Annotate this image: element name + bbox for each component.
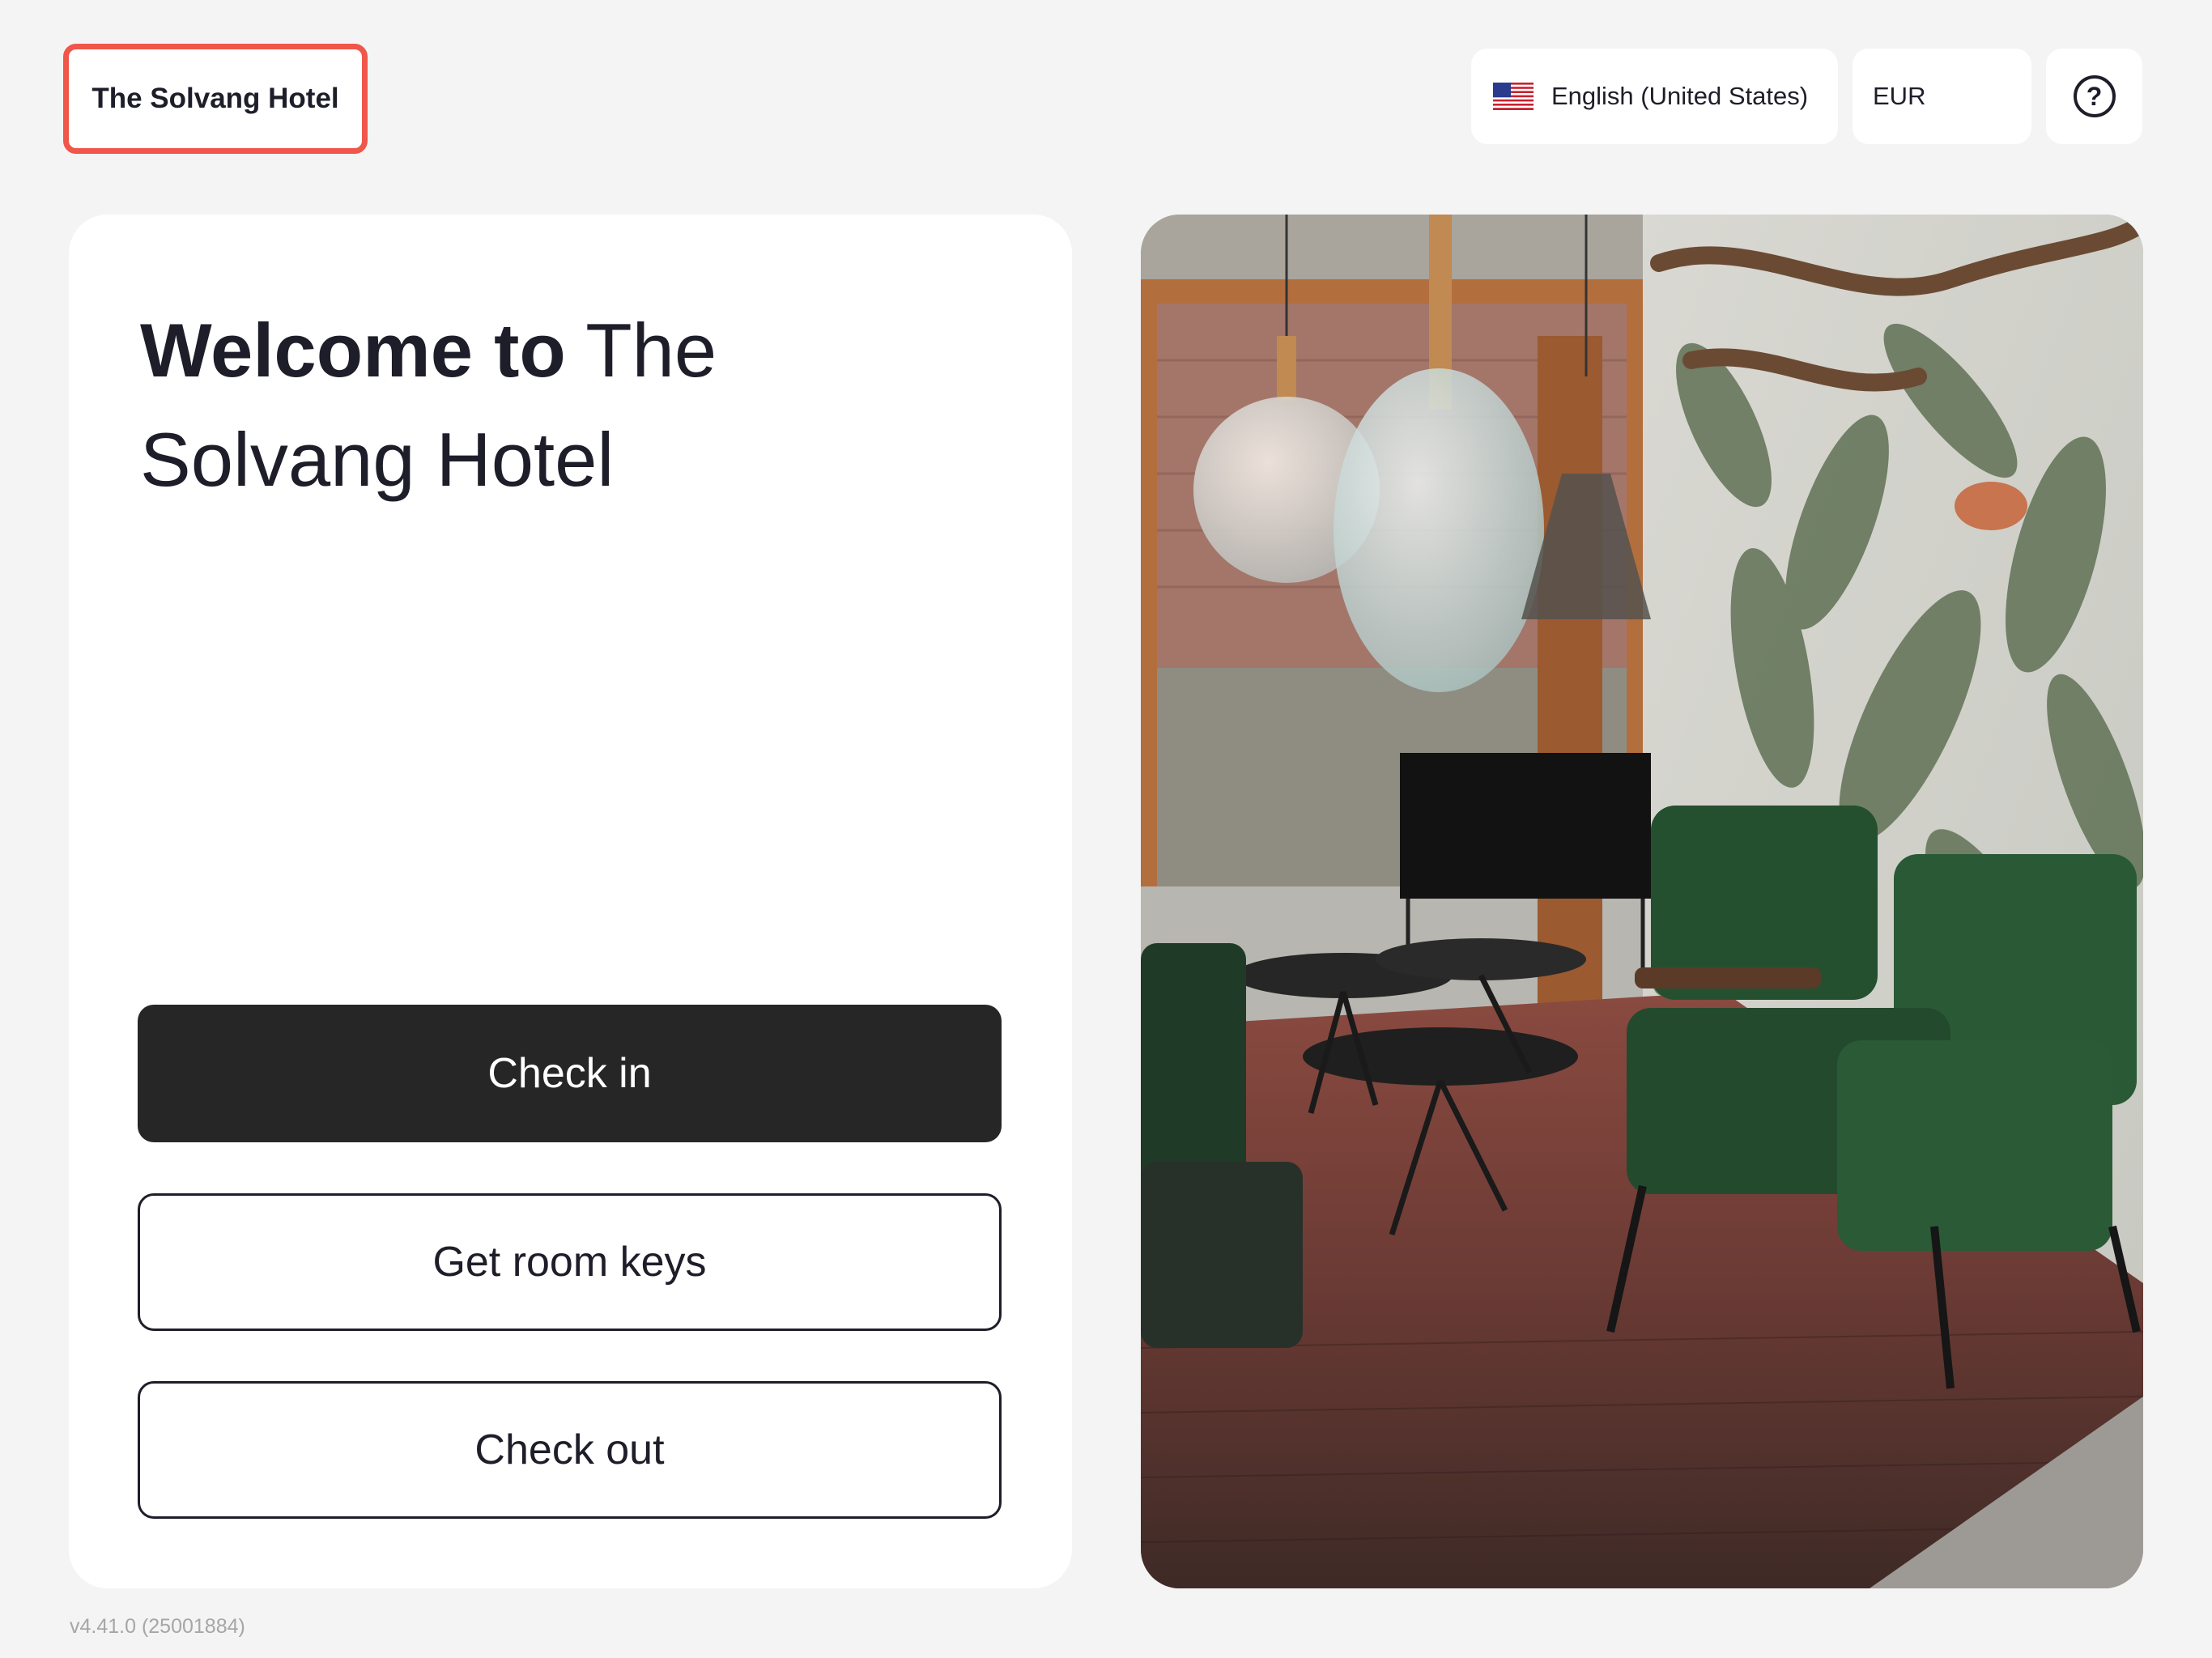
app-version: v4.41.0 (25001884) — [70, 1615, 245, 1638]
check-in-button[interactable]: Check in — [138, 1005, 1002, 1142]
get-room-keys-button[interactable]: Get room keys — [138, 1193, 1002, 1331]
welcome-heading: Welcome to The Solvang Hotel — [140, 295, 869, 514]
check-in-label: Check in — [487, 1050, 652, 1097]
language-label: English (United States) — [1551, 82, 1809, 110]
currency-label: EUR — [1873, 82, 1926, 110]
get-room-keys-label: Get room keys — [432, 1239, 707, 1286]
help-icon: ? — [2073, 75, 2116, 117]
welcome-prefix: Welcome to — [140, 308, 566, 393]
hotel-name: The Solvang Hotel — [91, 83, 339, 114]
help-button[interactable]: ? — [2046, 49, 2142, 144]
lobby-photo — [1141, 215, 2143, 1588]
check-out-button[interactable]: Check out — [138, 1381, 1002, 1519]
lobby-photo-illustration — [1141, 215, 2143, 1588]
us-flag-icon — [1493, 83, 1534, 110]
welcome-card: Welcome to The Solvang Hotel Check in Ge… — [69, 215, 1072, 1588]
help-glyph: ? — [2086, 82, 2103, 111]
language-selector[interactable]: English (United States) — [1471, 49, 1838, 144]
currency-selector[interactable]: EUR — [1853, 49, 2031, 144]
check-out-label: Check out — [474, 1426, 665, 1473]
kiosk-home-screen: The Solvang Hotel English (United States… — [0, 0, 2212, 1658]
hotel-name-badge[interactable]: The Solvang Hotel — [63, 44, 368, 154]
